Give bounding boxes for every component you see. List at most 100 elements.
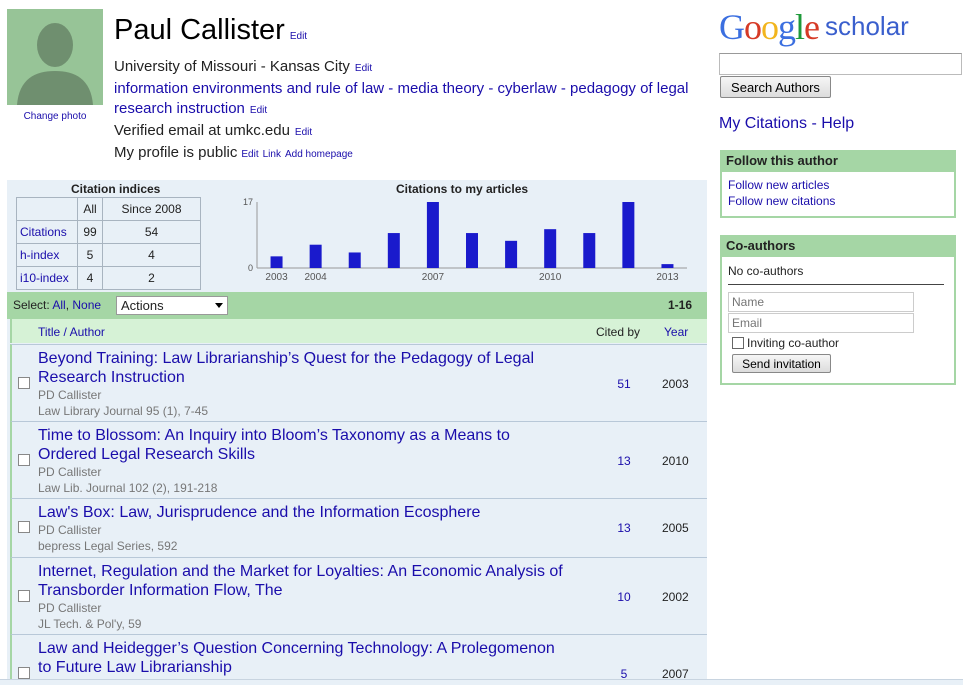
follow-author-box: Follow this author Follow new articles F…: [720, 150, 956, 218]
search-authors-button[interactable]: Search Authors: [720, 76, 831, 98]
divider: [728, 284, 944, 285]
result-range: 1-16: [667, 298, 692, 312]
publication-row: Law's Box: Law, Jurisprudence and the In…: [10, 498, 707, 557]
index-label-citations[interactable]: Citations: [16, 220, 78, 244]
profile-photo[interactable]: [7, 9, 103, 105]
profile-name: Paul Callister: [114, 14, 285, 46]
publication-year: 2010: [662, 454, 689, 468]
index-label-i10-index[interactable]: i10-index: [16, 266, 78, 290]
edit-interests-link[interactable]: Edit: [250, 105, 267, 116]
google-scholar-logo[interactable]: Google scholar: [719, 6, 909, 48]
publication-authors: PD Callister: [38, 523, 102, 537]
coauthors-header: Co-authors: [722, 237, 954, 257]
edit-visibility-link[interactable]: Edit: [241, 149, 258, 160]
follow-new-articles-link[interactable]: Follow new articles: [722, 177, 954, 193]
affiliation: University of Missouri - Kansas City: [114, 58, 350, 75]
publication-year: 2002: [662, 590, 689, 604]
publication-title-link[interactable]: Beyond Training: Law Librarianship’s Que…: [38, 349, 568, 387]
index-all-value: 4: [77, 266, 103, 290]
profile-info: Paul Callister Edit University of Missour…: [114, 10, 699, 165]
publication-venue: JL Tech. & Pol'y, 59: [38, 617, 142, 631]
send-invitation-button[interactable]: Send invitation: [732, 354, 831, 373]
publication-authors: PD Callister: [38, 388, 102, 402]
select-none-link[interactable]: None: [72, 298, 101, 312]
publication-venue: bepress Legal Series, 592: [38, 539, 178, 553]
publication-checkbox[interactable]: [18, 521, 30, 533]
sort-by-title-link[interactable]: Title / Author: [38, 325, 105, 339]
edit-name-link[interactable]: Edit: [290, 31, 307, 42]
follow-new-citations-link[interactable]: Follow new citations: [722, 193, 954, 209]
publication-title-link[interactable]: Law and Heidegger’s Question Concerning …: [38, 639, 568, 677]
chart-title: Citations to my articles: [396, 182, 529, 196]
chart-bar-2006: [387, 233, 400, 268]
change-photo-link[interactable]: Change photo: [7, 111, 103, 122]
avatar-silhouette-icon: [7, 9, 103, 105]
citations-panel: Citation indices All Since 2008 Citation…: [7, 180, 707, 685]
publication-authors: PD Callister: [38, 465, 102, 479]
chart-bar-2005: [348, 252, 361, 268]
index-since-value: 2: [102, 266, 201, 290]
x-tick-label: 2004: [305, 272, 328, 283]
publication-row: Law and Heidegger’s Question Concerning …: [10, 634, 707, 685]
publication-title-link[interactable]: Time to Blossom: An Inquiry into Bloom’s…: [38, 426, 568, 464]
blank-header-cell: [16, 197, 78, 221]
add-homepage-link[interactable]: Add homepage: [285, 149, 353, 160]
cited-by-count-link[interactable]: 13: [609, 521, 639, 535]
coauthor-name-input[interactable]: [728, 292, 914, 312]
my-citations-help-link[interactable]: My Citations - Help: [719, 115, 854, 133]
col-all-header: All: [77, 197, 103, 221]
publication-checkbox[interactable]: [18, 667, 30, 679]
coauthors-box: Co-authors No co-authors Inviting co-aut…: [720, 235, 956, 385]
select-all-link[interactable]: All: [52, 298, 65, 312]
actions-dropdown-value: Actions: [121, 298, 164, 313]
edit-email-link[interactable]: Edit: [295, 127, 312, 138]
follow-header: Follow this author: [722, 152, 954, 172]
chart-bar-2004: [309, 244, 322, 268]
actions-dropdown[interactable]: Actions: [116, 296, 228, 315]
horizontal-scrollbar[interactable]: [0, 679, 963, 685]
google-logo-text: Google: [719, 7, 820, 47]
publication-year: 2003: [662, 377, 689, 391]
scholar-logo-text: scholar: [825, 11, 909, 41]
index-all-value: 99: [77, 220, 103, 244]
inviting-coauthor-label: Inviting co-author: [747, 336, 840, 350]
profile-visibility: My profile is public: [114, 144, 238, 161]
publication-year: 2005: [662, 521, 689, 535]
chart-bar-2007: [426, 202, 439, 268]
coauthor-email-input[interactable]: [728, 313, 914, 333]
select-label: Select:: [13, 298, 50, 312]
profile-link[interactable]: Link: [263, 149, 281, 160]
no-coauthors-text: No co-authors: [728, 264, 804, 278]
publication-toolbar: Select: All, None Actions 1-16: [7, 292, 707, 319]
chart-bar-2012: [622, 202, 635, 268]
publication-row: Time to Blossom: An Inquiry into Bloom’s…: [10, 421, 707, 498]
chart-bar-2010: [544, 229, 557, 268]
publication-authors: PD Callister: [38, 601, 102, 615]
chart-bar-2009: [505, 240, 518, 268]
citations-bar-chart: 17 0 2003 2004 2007 2010 2013: [243, 197, 687, 283]
author-search-input[interactable]: [719, 53, 962, 75]
sort-by-year-link[interactable]: Year: [664, 325, 688, 339]
cited-by-count-link[interactable]: 10: [609, 590, 639, 604]
inviting-coauthor-checkbox[interactable]: [732, 337, 744, 349]
index-label-h-index[interactable]: h-index: [16, 243, 78, 267]
publication-column-header: Title / Author Cited by Year: [10, 319, 707, 343]
cited-by-count-link[interactable]: 13: [609, 454, 639, 468]
x-tick-label: 2013: [656, 272, 679, 283]
publication-checkbox[interactable]: [18, 377, 30, 389]
chart-bar-2013: [661, 264, 674, 268]
publication-venue: Law Lib. Journal 102 (2), 191-218: [38, 481, 218, 495]
index-all-value: 5: [77, 243, 103, 267]
x-tick-label: 2007: [422, 272, 445, 283]
publication-checkbox[interactable]: [18, 590, 30, 602]
publication-title-link[interactable]: Law's Box: Law, Jurisprudence and the In…: [38, 503, 568, 522]
x-tick-label: 2010: [539, 272, 562, 283]
citation-indices-table: All Since 2008 Citations 99 54 h-index 5…: [16, 197, 201, 290]
edit-affiliation-link[interactable]: Edit: [355, 63, 372, 74]
publication-checkbox[interactable]: [18, 454, 30, 466]
publication-title-link[interactable]: Internet, Regulation and the Market for …: [38, 562, 568, 600]
research-interests-links[interactable]: information environments and rule of law…: [114, 80, 688, 117]
dropdown-arrow-icon: [215, 303, 223, 308]
publication-row: Beyond Training: Law Librarianship’s Que…: [10, 344, 707, 421]
cited-by-count-link[interactable]: 51: [609, 377, 639, 391]
